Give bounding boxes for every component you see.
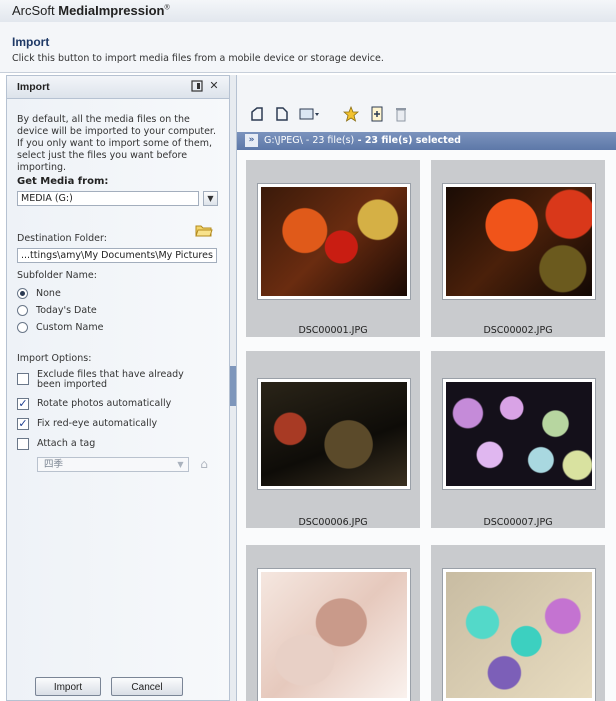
rotate-photos-checkbox[interactable]: ✓	[17, 398, 29, 410]
collapse-panel-handle[interactable]	[230, 366, 236, 406]
exclude-imported-label: Exclude files that have already been imp…	[37, 369, 184, 390]
selection-info: G:\JPEG\ - 23 file(s) - 23 file(s) selec…	[264, 135, 461, 146]
browser-toolbar	[237, 75, 616, 133]
folder-path: G:\JPEG\ - 23 file(s)	[264, 135, 355, 146]
media-source-select[interactable]: MEDIA (G:)	[17, 191, 199, 206]
import-panel: Import ✕ By default, all the media files…	[6, 75, 230, 701]
properties-icon[interactable]	[369, 106, 385, 122]
photo-filename: DSC00001.JPG	[298, 325, 368, 336]
subfolder-custom-radio[interactable]	[17, 322, 28, 333]
trash-icon[interactable]: ⌂	[197, 457, 211, 472]
app-brand-prefix: ArcSoft	[12, 3, 59, 18]
subfolder-none-label: None	[36, 288, 61, 299]
page-title: Import	[12, 35, 50, 49]
app-title-bar: ArcSoft MediaImpression®	[0, 0, 616, 23]
folder-icon[interactable]	[195, 224, 213, 237]
selection-bar: » G:\JPEG\ - 23 file(s) - 23 file(s) sel…	[237, 132, 616, 150]
panel-header: Import ✕	[7, 76, 229, 99]
delete-icon[interactable]	[393, 106, 409, 122]
view-options-icon[interactable]	[299, 106, 321, 122]
rotate-right-icon[interactable]	[274, 106, 290, 122]
registered-mark: ®	[164, 4, 170, 12]
rotate-left-icon[interactable]	[249, 106, 265, 122]
favorite-star-icon[interactable]	[342, 105, 360, 122]
app-title: ArcSoft MediaImpression®	[12, 3, 170, 18]
destination-folder-field[interactable]: ...ttings\amy\My Documents\My Pictures	[17, 248, 217, 263]
photo-cell[interactable]: DSC00002.JPG	[431, 160, 605, 337]
subfolder-custom-label: Custom Name	[36, 322, 104, 333]
fix-redeye-checkbox[interactable]: ✓	[17, 418, 29, 430]
destination-label: Destination Folder:	[17, 233, 107, 244]
photo-cell[interactable]: DSC00007.JPG	[431, 351, 605, 528]
photo-cell[interactable]: DSC00001.JPG	[246, 160, 420, 337]
photo-filename: DSC00007.JPG	[483, 517, 553, 528]
tag-dropdown-icon[interactable]: ▼	[173, 458, 188, 471]
photo-thumbnail[interactable]	[443, 569, 595, 701]
photo-thumbnail[interactable]	[258, 569, 410, 701]
rotate-photos-label: Rotate photos automatically	[37, 398, 172, 409]
app-brand-name: MediaImpression	[58, 3, 165, 18]
get-media-label: Get Media from:	[17, 176, 109, 187]
photo-thumbnail[interactable]	[443, 184, 595, 299]
attach-tag-checkbox[interactable]	[17, 438, 29, 450]
subfolder-date-radio[interactable]	[17, 305, 28, 316]
import-header: Import Click this button to import media…	[0, 22, 616, 73]
photo-cell[interactable]	[431, 545, 605, 701]
thumbnail-grid: DSC00001.JPG DSC00002.JPG DSC00006.JPG D…	[237, 150, 616, 701]
cancel-button[interactable]: Cancel	[111, 677, 183, 696]
photo-filename: DSC00002.JPG	[483, 325, 553, 336]
fix-redeye-label: Fix red-eye automatically	[37, 418, 158, 429]
page-description: Click this button to import media files …	[12, 53, 384, 64]
dock-icon[interactable]	[191, 80, 203, 92]
photo-cell[interactable]	[246, 545, 420, 701]
tag-field[interactable]: 四季	[37, 457, 189, 472]
attach-tag-label: Attach a tag	[37, 438, 96, 449]
subfolder-date-label: Today's Date	[36, 305, 97, 316]
subfolder-none-radio[interactable]	[17, 288, 28, 299]
panel-title: Import	[17, 81, 50, 93]
photo-filename: DSC00006.JPG	[298, 517, 368, 528]
selected-count: - 23 file(s) selected	[354, 135, 461, 146]
chevron-down-icon[interactable]: ▼	[203, 191, 218, 206]
close-icon[interactable]: ✕	[208, 80, 220, 92]
subfolder-label: Subfolder Name:	[17, 270, 97, 281]
photo-thumbnail[interactable]	[258, 184, 410, 299]
panel-intro-text: By default, all the media files on the d…	[17, 114, 216, 173]
import-button[interactable]: Import	[35, 677, 101, 696]
photo-cell[interactable]: DSC00006.JPG	[246, 351, 420, 528]
photo-thumbnail[interactable]	[258, 379, 410, 489]
exclude-imported-checkbox[interactable]	[17, 373, 29, 385]
double-chevron-icon[interactable]: »	[245, 134, 258, 147]
import-options-label: Import Options:	[17, 353, 92, 364]
photo-thumbnail[interactable]	[443, 379, 595, 489]
